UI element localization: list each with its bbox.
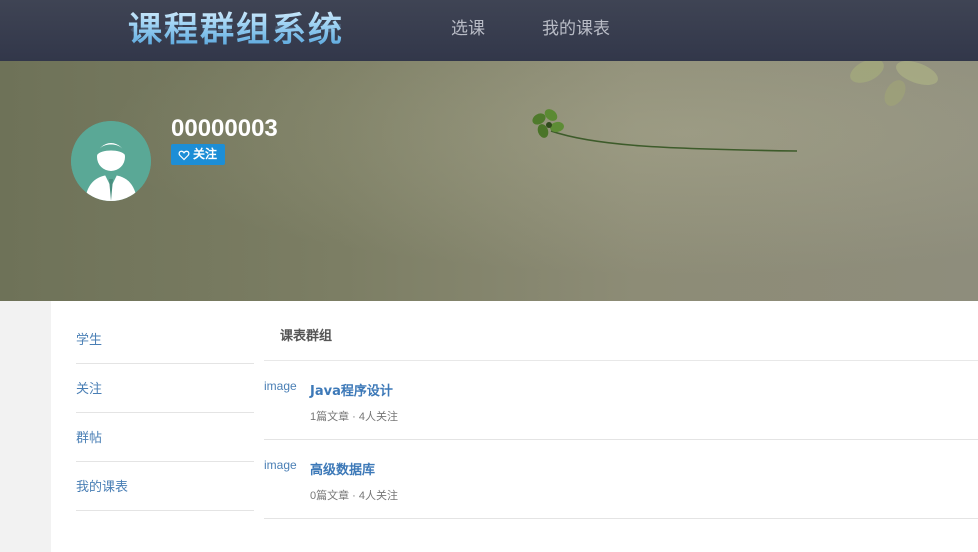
follow-button-label: 关注 [193,147,218,161]
heart-icon [178,150,190,160]
site-logo[interactable]: 课程群组系统 [128,2,344,51]
group-meta: 0篇文章 · 4人关注 [310,490,399,502]
nav-my-timetable[interactable]: 我的课表 [542,14,610,39]
profile-banner: 00000003 关注 [0,61,978,301]
group-name-link[interactable]: 高级数据库 [310,459,375,478]
section-title: 课表群组 [264,301,978,361]
group-image[interactable]: image [264,379,297,393]
top-navbar: 课程群组系统 课程群组系统 选课 我的课表 ′ [0,0,978,61]
follow-button[interactable]: 关注 [171,144,226,165]
user-avatar-icon [71,121,151,201]
group-name-link[interactable]: Java程序设计 [310,380,393,399]
profile-username: 00000003 [171,115,278,142]
group-meta: 1篇文章 · 4人关注 [310,411,399,423]
group-image[interactable]: image [264,458,297,472]
nav-divider-mark: ′ [634,0,637,7]
sidebar-item-group-posts[interactable]: 群帖 [76,413,254,462]
leaves-decoration [850,61,938,106]
nav-select-course[interactable]: 选课 [451,14,485,39]
list-item: image Java程序设计 1篇文章 · 4人关注 [264,361,978,440]
group-list-panel: 课表群组 image Java程序设计 1篇文章 · 4人关注 image 高级… [264,301,978,519]
content-panel: 学生 关注 群帖 我的课表 课表群组 image Java程序设计 1篇文章 ·… [51,301,978,552]
banner-background [0,61,978,301]
sidebar-item-following[interactable]: 关注 [76,364,254,413]
list-item: image 高级数据库 0篇文章 · 4人关注 [264,440,978,519]
clover-decoration [532,109,798,152]
sidebar-menu: 学生 关注 群帖 我的课表 [76,315,254,511]
sidebar-item-students[interactable]: 学生 [76,315,254,364]
sidebar-item-my-timetable[interactable]: 我的课表 [76,462,254,511]
